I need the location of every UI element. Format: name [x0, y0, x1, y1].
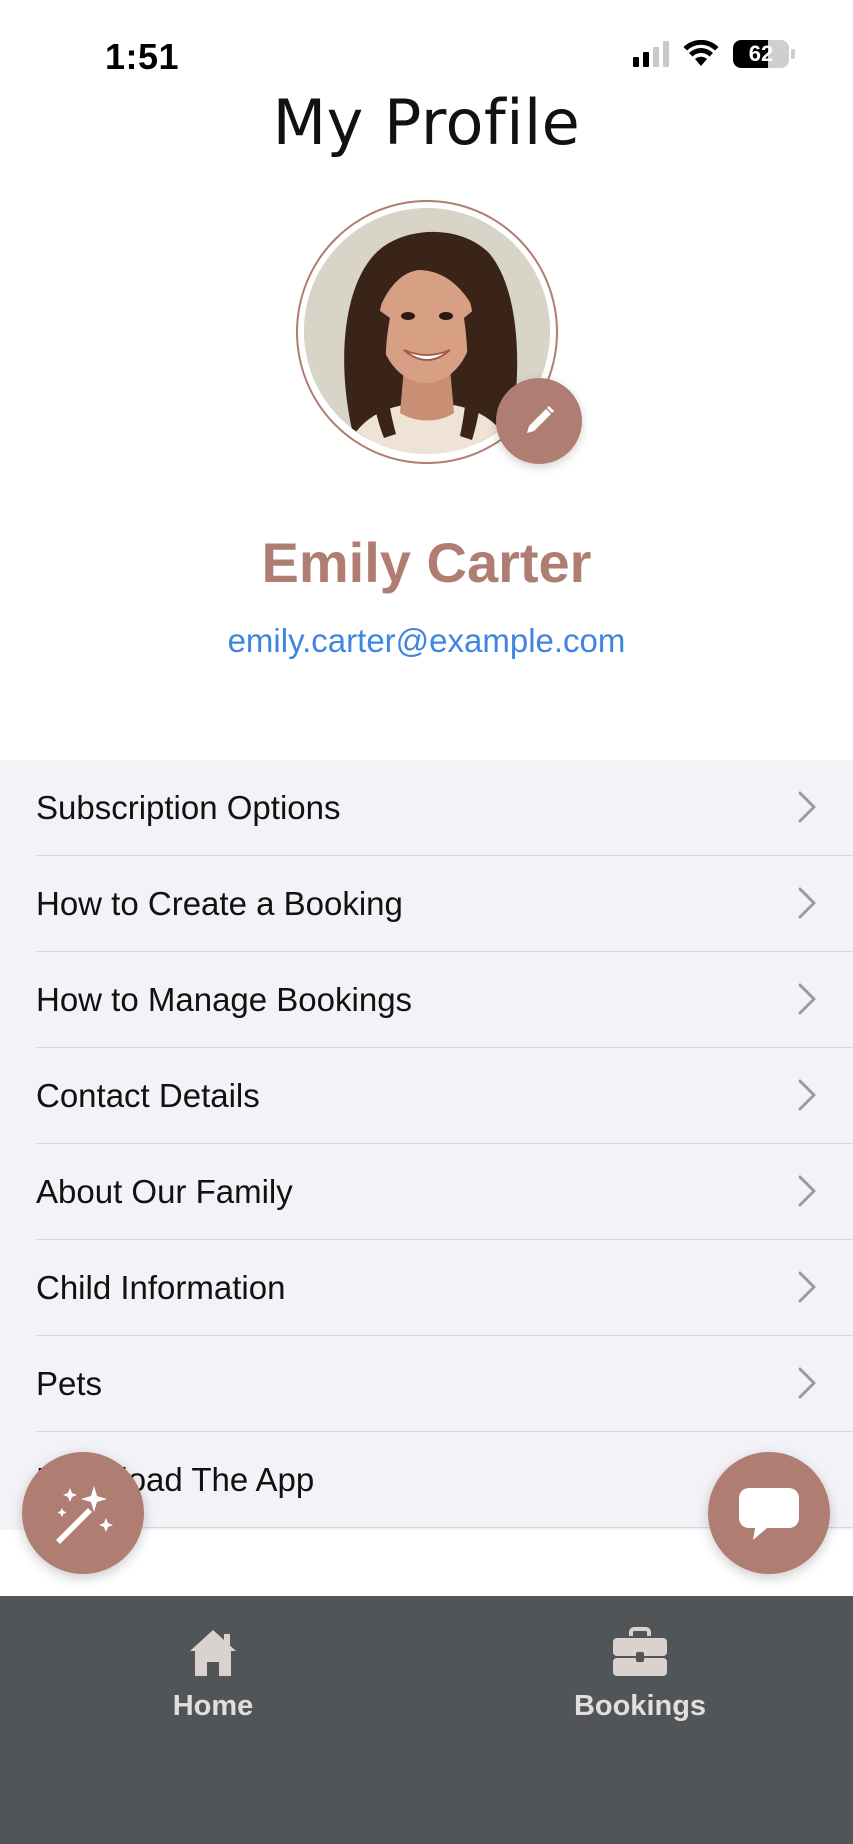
chevron-right-icon	[798, 887, 816, 919]
profile-menu: Subscription Options How to Create a Boo…	[0, 760, 853, 1530]
menu-item-label: Contact Details	[36, 1077, 260, 1114]
magic-assist-button[interactable]	[22, 1452, 144, 1574]
chevron-right-icon	[798, 983, 816, 1015]
chevron-right-icon	[798, 1271, 816, 1303]
status-icons: 62	[633, 40, 795, 68]
avatar-container	[296, 200, 582, 464]
chevron-right-icon	[798, 1367, 816, 1399]
pencil-icon	[527, 406, 554, 433]
battery-icon: 62	[733, 40, 795, 68]
menu-item-label: Pets	[36, 1365, 103, 1402]
chat-button[interactable]	[708, 1452, 830, 1574]
wifi-icon	[683, 40, 719, 66]
magic-wand-icon	[56, 1486, 113, 1544]
signal-icon	[633, 41, 669, 67]
menu-item-pets[interactable]: Pets	[0, 1336, 853, 1432]
profile-name: Emily Carter	[261, 531, 592, 594]
edit-photo-button[interactable]	[496, 378, 582, 464]
tab-home-label: Home	[172, 1690, 254, 1722]
tab-home[interactable]: Home	[113, 1626, 313, 1723]
battery-level: 62	[748, 41, 774, 66]
menu-item-create-booking[interactable]: How to Create a Booking	[0, 856, 853, 952]
chevron-right-icon	[798, 1175, 816, 1207]
menu-item-manage-bookings[interactable]: How to Manage Bookings	[0, 952, 853, 1048]
tab-bar: Home Bookings	[0, 1596, 853, 1844]
menu-item-label: How to Manage Bookings	[36, 981, 413, 1018]
page-title: My Profile	[272, 86, 581, 159]
home-icon	[190, 1630, 236, 1676]
menu-item-label: How to Create a Booking	[36, 885, 403, 922]
menu-item-label: Subscription Options	[36, 789, 341, 826]
menu-item-about-family[interactable]: About Our Family	[0, 1144, 853, 1240]
menu-item-contact-details[interactable]: Contact Details	[0, 1048, 853, 1144]
menu-item-label: Child Information	[36, 1269, 286, 1306]
chevron-right-icon	[798, 1079, 816, 1111]
profile-email[interactable]: emily.carter@example.com	[0, 622, 853, 660]
menu-item-subscription-options[interactable]: Subscription Options	[0, 760, 853, 856]
tab-bookings[interactable]: Bookings	[540, 1626, 740, 1723]
chevron-right-icon	[798, 791, 816, 823]
tab-bookings-label: Bookings	[573, 1690, 707, 1722]
briefcase-icon	[613, 1627, 667, 1676]
menu-item-label: About Our Family	[36, 1173, 293, 1210]
menu-item-child-information[interactable]: Child Information	[0, 1240, 853, 1336]
status-time: 1:51	[105, 36, 180, 77]
chat-icon	[739, 1488, 799, 1540]
